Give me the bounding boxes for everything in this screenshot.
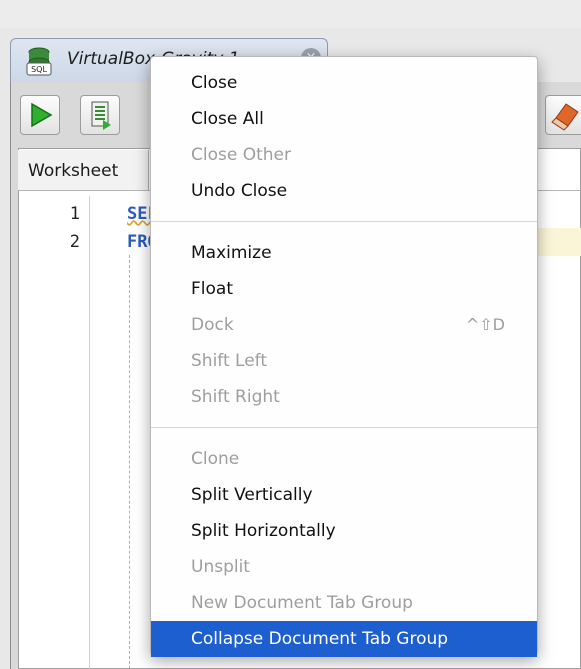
menu-item-dock[interactable]: Dock ^⇧D (151, 307, 537, 343)
menu-item-float[interactable]: Float (151, 271, 537, 307)
run-script-button[interactable] (80, 95, 120, 135)
tab-worksheet[interactable]: Worksheet (18, 150, 149, 190)
run-statement-icon (31, 102, 53, 128)
gutter-divider (89, 196, 90, 669)
sql-database-icon: SQL (26, 47, 52, 76)
menu-item-close-other[interactable]: Close Other (151, 137, 537, 173)
menu-item-close-all[interactable]: Close All (151, 101, 537, 137)
window-top-bar (0, 0, 581, 28)
indent-guide (129, 255, 130, 669)
run-script-icon (91, 101, 111, 130)
line-numbers: 1 2 (40, 200, 80, 256)
menu-item-unsplit[interactable]: Unsplit (151, 549, 537, 585)
tab-worksheet-label: Worksheet (28, 161, 119, 181)
menu-separator (151, 221, 537, 222)
eraser-icon (551, 103, 579, 131)
current-line-highlight (535, 228, 581, 256)
run-statement-button[interactable] (20, 95, 60, 135)
menu-item-dock-shortcut: ^⇧D (465, 315, 505, 334)
line-number: 1 (69, 204, 80, 224)
context-menu: Close Close All Close Other Undo Close M… (150, 56, 538, 657)
menu-item-split-horizontally[interactable]: Split Horizontally (151, 513, 537, 549)
menu-item-maximize[interactable]: Maximize (151, 235, 537, 271)
menu-item-shift-right[interactable]: Shift Right (151, 379, 537, 415)
menu-item-undo-close[interactable]: Undo Close (151, 173, 537, 209)
menu-item-clone[interactable]: Clone (151, 441, 537, 477)
svg-text:SQL: SQL (31, 65, 47, 74)
menu-item-dock-label: Dock (191, 315, 234, 335)
menu-item-split-vertically[interactable]: Split Vertically (151, 477, 537, 513)
menu-item-shift-left[interactable]: Shift Left (151, 343, 537, 379)
line-number: 2 (69, 232, 80, 252)
menu-item-new-document-tab-group[interactable]: New Document Tab Group (151, 585, 537, 621)
clear-button[interactable] (545, 95, 581, 135)
menu-item-close[interactable]: Close (151, 65, 537, 101)
menu-separator (151, 427, 537, 428)
menu-item-collapse-document-tab-group[interactable]: Collapse Document Tab Group (151, 621, 537, 657)
